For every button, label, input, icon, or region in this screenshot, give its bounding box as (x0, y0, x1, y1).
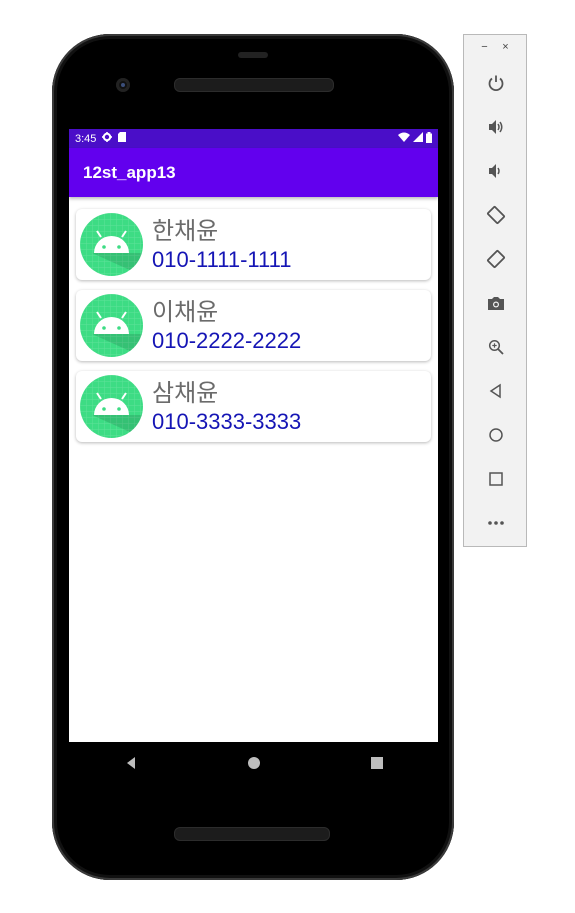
contact-phone: 010-1111-1111 (152, 246, 292, 272)
battery-icon (426, 131, 432, 146)
contact-phone: 010-2222-2222 (152, 327, 302, 353)
sd-card-icon (118, 132, 127, 145)
emulator-control-panel: − × (463, 34, 527, 547)
close-button[interactable]: × (502, 41, 508, 53)
contact-card[interactable]: 한채윤 010-1111-1111 (76, 209, 431, 280)
android-avatar-icon (80, 375, 143, 438)
signal-icon (413, 132, 423, 145)
status-bar: 3:45 (69, 129, 438, 148)
rotate-left-icon[interactable] (480, 199, 512, 231)
android-avatar-icon (80, 213, 143, 276)
rotate-right-icon[interactable] (480, 243, 512, 275)
android-avatar-icon (80, 294, 143, 357)
back-icon[interactable] (480, 375, 512, 407)
volume-up-icon[interactable] (480, 111, 512, 143)
top-slot (238, 52, 268, 58)
app-bar: 12st_app13 (69, 148, 438, 197)
home-icon[interactable] (480, 419, 512, 451)
zoom-icon[interactable] (480, 331, 512, 363)
home-icon[interactable] (234, 748, 274, 778)
gear-icon (102, 132, 113, 145)
phone-device-frame: 3:45 12st_app13 한채윤 010-1111-1111 이채윤 01… (52, 34, 454, 880)
contact-phone: 010-3333-3333 (152, 408, 302, 434)
front-camera (116, 78, 130, 92)
back-icon[interactable] (111, 748, 151, 778)
contact-name: 한채윤 (152, 216, 219, 245)
system-nav-bar (69, 742, 438, 784)
contact-name: 삼채윤 (152, 378, 219, 407)
volume-down-icon[interactable] (480, 155, 512, 187)
device-screen: 3:45 12st_app13 한채윤 010-1111-1111 이채윤 01… (69, 129, 438, 742)
overview-icon[interactable] (480, 463, 512, 495)
camera-icon[interactable] (480, 287, 512, 319)
minimize-button[interactable]: − (481, 41, 487, 53)
contact-list: 한채윤 010-1111-1111 이채윤 010-2222-2222 삼채윤 … (69, 197, 438, 442)
status-time: 3:45 (75, 132, 97, 145)
more-icon[interactable] (480, 507, 512, 539)
top-speaker (174, 78, 334, 92)
wifi-icon (398, 132, 410, 145)
contact-card[interactable]: 이채윤 010-2222-2222 (76, 290, 431, 361)
power-icon[interactable] (480, 67, 512, 99)
app-title: 12st_app13 (83, 162, 176, 182)
recents-icon[interactable] (357, 748, 397, 778)
contact-name: 이채윤 (152, 297, 219, 326)
bottom-speaker (174, 827, 330, 841)
contact-card[interactable]: 삼채윤 010-3333-3333 (76, 371, 431, 442)
